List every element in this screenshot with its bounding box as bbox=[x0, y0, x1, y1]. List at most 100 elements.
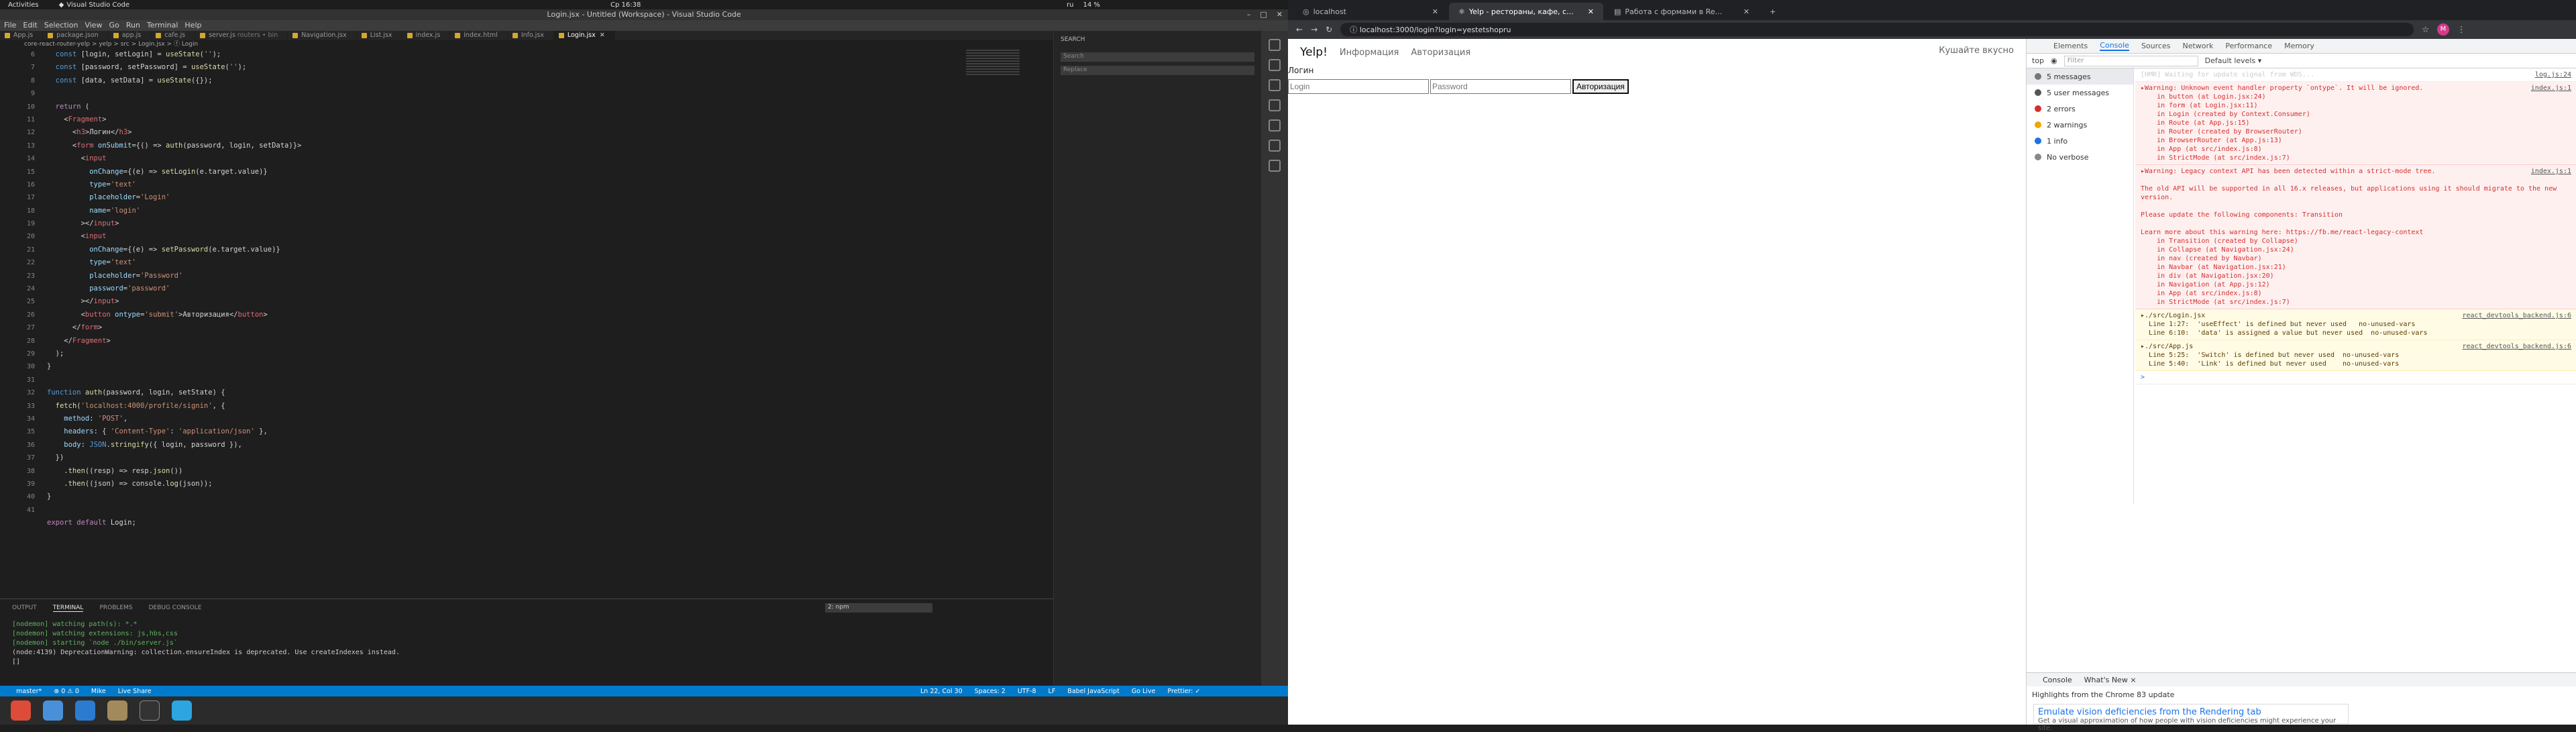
tab-index-js[interactable]: index.js bbox=[402, 31, 451, 40]
breadcrumb[interactable]: core-react-router-yelp > yelp > src > Lo… bbox=[0, 40, 1053, 48]
sidebar-item-user-messages[interactable]: 5 user messages bbox=[2027, 85, 2133, 101]
tab-list-jsx[interactable]: List.jsx bbox=[357, 31, 402, 40]
console-log[interactable]: [HMR] Waiting for update signal from WDS… bbox=[2135, 68, 2576, 505]
log-entry[interactable]: ▸Warning: Unknown event handler property… bbox=[2135, 82, 2576, 165]
menu-icon[interactable]: ⋮ bbox=[2457, 25, 2465, 34]
avatar[interactable]: M bbox=[2436, 23, 2449, 36]
browser-tab-forms[interactable]: ▤ Работа с формами в Re... ✕ bbox=[1605, 3, 1759, 20]
minimap[interactable] bbox=[966, 48, 1020, 89]
tab-app-js[interactable]: App.js bbox=[0, 31, 44, 40]
eol[interactable]: LF bbox=[1049, 688, 1056, 695]
chromium-icon[interactable] bbox=[43, 700, 63, 721]
site-brand[interactable]: Yelp! bbox=[1300, 46, 1328, 59]
address-bar[interactable]: ⓘ localhost:3000/login?login=yestetshopr… bbox=[1340, 23, 2414, 36]
vscode-icon[interactable] bbox=[75, 700, 95, 721]
star-icon[interactable]: ☆ bbox=[2422, 25, 2429, 34]
tab-package-json[interactable]: package.json bbox=[43, 31, 109, 40]
drawer-tab-console[interactable]: Console bbox=[2043, 676, 2072, 684]
tab-navigation-jsx[interactable]: Navigation.jsx bbox=[288, 31, 357, 40]
menu-run[interactable]: Run bbox=[126, 20, 140, 31]
log-entry[interactable]: ▸./src/App.js Line 5:25: 'Switch' is def… bbox=[2135, 340, 2576, 371]
telegram-icon[interactable] bbox=[172, 700, 192, 721]
context-select[interactable]: top bbox=[2032, 56, 2044, 65]
menu-go[interactable]: Go bbox=[109, 20, 119, 31]
tab-app-js-2[interactable]: app.js bbox=[109, 31, 152, 40]
tab-memory[interactable]: Memory bbox=[2284, 42, 2314, 50]
sidebar-item-warnings[interactable]: 2 warnings bbox=[2027, 117, 2133, 133]
remote-icon[interactable] bbox=[1269, 119, 1281, 132]
tab-debug-console[interactable]: DEBUG CONSOLE bbox=[149, 605, 202, 612]
encoding[interactable]: UTF-8 bbox=[1018, 688, 1036, 695]
tab-network[interactable]: Network bbox=[2182, 42, 2213, 50]
chrome-icon[interactable] bbox=[11, 700, 31, 721]
language-mode[interactable]: Babel JavaScript bbox=[1067, 688, 1120, 695]
tab-console[interactable]: Console bbox=[2100, 41, 2129, 51]
forward-icon[interactable]: → bbox=[1311, 25, 1318, 34]
replace-input[interactable]: Replace bbox=[1061, 66, 1254, 75]
new-tab-button[interactable]: + bbox=[1760, 3, 1780, 20]
system-tray[interactable]: ru 14 % bbox=[1067, 1, 1100, 9]
menu-file[interactable]: File bbox=[4, 20, 16, 31]
terminal-icon[interactable] bbox=[140, 700, 160, 721]
tab-problems[interactable]: PROBLEMS bbox=[99, 605, 132, 612]
filter-input[interactable]: Filter bbox=[2063, 55, 2198, 66]
sidebar-item-verbose[interactable]: No verbose bbox=[2027, 149, 2133, 165]
code-editor[interactable]: 6 7 8 9 10 11 12 13 14 15 16 17 18 19 20 21 22 23 24 25 26 27… bbox=[0, 48, 1053, 598]
search-input[interactable]: Search bbox=[1061, 52, 1254, 62]
git-branch[interactable]: master* bbox=[16, 688, 42, 695]
tab-login-jsx[interactable]: Login.jsx ✕ bbox=[553, 31, 615, 40]
log-entry[interactable]: [HMR] Waiting for update signal from WDS… bbox=[2135, 68, 2576, 82]
close-tab-icon[interactable]: ✕ bbox=[600, 32, 605, 39]
nav-auth-link[interactable]: Авторизация bbox=[1411, 48, 1470, 58]
browser-tab-localhost[interactable]: ◎ localhost ✕ bbox=[1293, 3, 1448, 20]
live-share-button[interactable]: Live Share bbox=[118, 688, 152, 695]
browser-tab-yelp[interactable]: ⚛ Yelp - рестораны, кафе, с... ✕ bbox=[1449, 3, 1603, 20]
close-tab-icon[interactable]: ✕ bbox=[1432, 7, 1438, 16]
terminal-select[interactable]: 2: npm bbox=[825, 603, 932, 613]
tab-output[interactable]: OUTPUT bbox=[12, 605, 37, 612]
terminal-output[interactable]: [nodemon] watching path(s): *.* [nodemon… bbox=[0, 617, 1053, 670]
files-icon[interactable] bbox=[107, 700, 127, 721]
tab-server-js[interactable]: server.js routers • bin bbox=[195, 31, 288, 40]
source-control-icon[interactable] bbox=[1269, 79, 1281, 91]
close-icon[interactable]: ✕ bbox=[1277, 9, 1283, 20]
eye-icon[interactable]: ◉ bbox=[2051, 56, 2057, 65]
explorer-icon[interactable] bbox=[1269, 39, 1281, 51]
password-input[interactable] bbox=[1430, 79, 1571, 94]
sidebar-item-info[interactable]: 1 info bbox=[2027, 133, 2133, 149]
back-icon[interactable]: ← bbox=[1296, 25, 1303, 34]
tab-info-jsx[interactable]: Info.jsx bbox=[508, 31, 554, 40]
user-indicator[interactable]: Mike bbox=[91, 688, 106, 695]
drawer-tab-whats-new[interactable]: What's New × bbox=[2084, 676, 2137, 684]
console-prompt[interactable]: > bbox=[2135, 371, 2576, 384]
extensions-icon[interactable] bbox=[1269, 140, 1281, 152]
clock[interactable]: Ср 16:38 bbox=[610, 1, 641, 9]
sidebar-item-messages[interactable]: 5 messages bbox=[2027, 68, 2133, 85]
problems-indicator[interactable]: ⊗ 0 ⚠ 0 bbox=[54, 688, 79, 695]
lang-indicator[interactable]: ru bbox=[1067, 1, 1073, 9]
menu-help[interactable]: Help bbox=[184, 20, 201, 31]
activities-button[interactable]: Activities bbox=[8, 1, 39, 9]
tab-elements[interactable]: Elements bbox=[2053, 42, 2088, 50]
login-input[interactable] bbox=[1288, 79, 1429, 94]
reload-icon[interactable]: ↻ bbox=[1326, 25, 1332, 34]
live-share-icon[interactable] bbox=[1269, 160, 1281, 172]
indentation[interactable]: Spaces: 2 bbox=[975, 688, 1006, 695]
menu-edit[interactable]: Edit bbox=[23, 20, 37, 31]
go-live-button[interactable]: Go Live bbox=[1132, 688, 1156, 695]
tab-index-html[interactable]: index.html bbox=[450, 31, 508, 40]
sidebar-item-errors[interactable]: 2 errors bbox=[2027, 101, 2133, 117]
log-entry[interactable]: ▸Warning: Legacy context API has been de… bbox=[2135, 165, 2576, 309]
search-icon[interactable] bbox=[1269, 59, 1281, 71]
close-tab-icon[interactable]: ✕ bbox=[1743, 7, 1750, 16]
whats-new-card[interactable]: Emulate vision deficiencies from the Ren… bbox=[2033, 704, 2349, 732]
tab-terminal[interactable]: TERMINAL bbox=[52, 605, 84, 612]
minimize-icon[interactable]: – bbox=[1247, 9, 1251, 20]
maximize-icon[interactable]: □ bbox=[1260, 9, 1267, 20]
battery-indicator[interactable]: 14 % bbox=[1083, 1, 1099, 9]
auth-button[interactable]: Авторизация bbox=[1572, 79, 1629, 94]
tab-performance[interactable]: Performance bbox=[2225, 42, 2272, 50]
cursor-position[interactable]: Ln 22, Col 30 bbox=[920, 688, 963, 695]
log-entry[interactable]: ▸./src/Login.jsx Line 1:27: 'useEffect' … bbox=[2135, 309, 2576, 340]
menu-view[interactable]: View bbox=[85, 20, 102, 31]
